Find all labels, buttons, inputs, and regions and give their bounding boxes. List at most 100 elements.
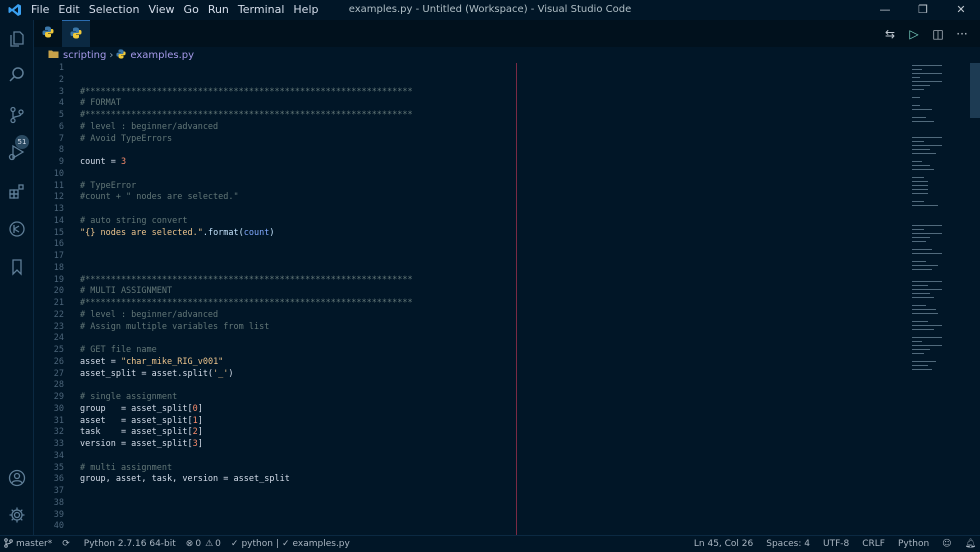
breadcrumb-file[interactable]: examples.py <box>116 48 194 62</box>
minimap[interactable] <box>910 63 970 535</box>
code-line[interactable] <box>80 510 500 522</box>
code-line[interactable] <box>80 239 500 251</box>
code-line[interactable]: # level : beginner/advanced <box>80 310 500 322</box>
menu-go[interactable]: Go <box>184 0 207 20</box>
linter-status[interactable]: ✓ python | ✓ examples.py <box>231 539 350 549</box>
line-number: 3 <box>58 86 64 97</box>
code-line[interactable]: version = asset_split[3] <box>80 439 500 451</box>
sync-icon[interactable]: ⟳ <box>62 539 70 549</box>
menu-selection[interactable]: Selection <box>89 0 148 20</box>
problems-status[interactable]: ⊗ 0 ⚠ 0 <box>186 539 221 549</box>
maximize-button[interactable]: ❐ <box>904 0 942 20</box>
code-line[interactable]: #***************************************… <box>80 298 500 310</box>
code-line[interactable] <box>80 486 500 498</box>
code-line[interactable] <box>80 63 500 75</box>
code-line[interactable] <box>80 145 500 157</box>
search-icon[interactable] <box>0 60 33 90</box>
code-line[interactable] <box>80 521 500 533</box>
menu-help[interactable]: Help <box>293 0 326 20</box>
code-line[interactable]: # TypeError <box>80 181 500 193</box>
menu-file[interactable]: File <box>31 0 57 20</box>
code-line[interactable] <box>80 380 500 392</box>
menu-run[interactable]: Run <box>208 0 237 20</box>
split-editor-button[interactable]: ◫ <box>926 27 950 41</box>
editor-scrollbar[interactable] <box>970 63 980 118</box>
code-line[interactable] <box>80 498 500 510</box>
code-line[interactable] <box>80 169 500 181</box>
code-line[interactable]: "{} nodes are selected.".format(count) <box>80 228 500 240</box>
code-line[interactable]: asset = "char_mike_RIG_v001" <box>80 357 500 369</box>
code-line[interactable]: asset = asset_split[1] <box>80 416 500 428</box>
code-line[interactable]: task = asset_split[2] <box>80 427 500 439</box>
menu-bar: File Edit Selection View Go Run Terminal… <box>30 0 326 20</box>
code-line[interactable]: # Assign multiple variables from list <box>80 322 500 334</box>
code-line[interactable] <box>80 451 500 463</box>
line-number: 17 <box>53 251 64 261</box>
code-line[interactable]: #count + " nodes are selected." <box>80 192 500 204</box>
breadcrumb-folder[interactable]: scripting <box>48 49 106 62</box>
code-line[interactable]: # GET file name <box>80 345 500 357</box>
python-interpreter[interactable]: Python 2.7.16 64-bit <box>84 539 176 549</box>
code-line[interactable] <box>80 333 500 345</box>
code-line[interactable]: asset_split = asset.split('_') <box>80 369 500 381</box>
notifications-bell-icon[interactable]: 🔔︎ <box>965 539 976 549</box>
code-line[interactable]: # FORMAT <box>80 98 500 110</box>
code-line[interactable]: group = asset_split[0] <box>80 404 500 416</box>
line-number: 19 <box>53 274 64 285</box>
checked-file: examples.py <box>292 539 350 549</box>
run-debug-icon[interactable] <box>0 137 33 167</box>
code-line[interactable]: # level : beginner/advanced <box>80 122 500 134</box>
encoding[interactable]: UTF-8 <box>823 539 849 549</box>
line-number: 11 <box>53 180 64 191</box>
code-line[interactable]: group, asset, task, version = asset_spli… <box>80 474 500 486</box>
code-line[interactable]: # MULTI ASSIGNMENT <box>80 286 500 298</box>
branch-status[interactable]: master* <box>4 537 52 551</box>
minimap-line <box>912 189 928 190</box>
minimap-line <box>912 305 926 306</box>
feedback-icon[interactable]: ☺ <box>942 539 951 549</box>
run-file-button[interactable]: ▷ <box>902 27 926 41</box>
bookmark-icon[interactable] <box>0 252 33 282</box>
line-number: 2 <box>58 74 64 85</box>
cursor-position[interactable]: Ln 45, Col 26 <box>694 539 753 549</box>
menu-edit[interactable]: Edit <box>58 0 87 20</box>
gitlens-icon[interactable] <box>0 214 33 244</box>
source-control-icon[interactable] <box>0 100 33 130</box>
minimize-button[interactable]: — <box>866 0 904 20</box>
code-token: ] <box>197 439 203 449</box>
more-actions-button[interactable]: ··· <box>950 27 974 41</box>
explorer-icon[interactable] <box>0 23 33 53</box>
minimap-line <box>912 89 924 90</box>
open-changes-button[interactable]: ⇆ <box>878 27 902 41</box>
code-line[interactable]: # multi assignment <box>80 463 500 475</box>
tab-python-file[interactable] <box>34 20 62 47</box>
code-line[interactable] <box>80 251 500 263</box>
code-line[interactable] <box>80 204 500 216</box>
indentation[interactable]: Spaces: 4 <box>766 539 810 549</box>
code-line[interactable] <box>80 75 500 87</box>
code-token: #count + " nodes are selected." <box>80 192 239 203</box>
settings-gear-icon[interactable] <box>0 500 33 530</box>
code-line[interactable]: # auto string convert <box>80 216 500 228</box>
code-editor[interactable]: 1 2 3 4 5 6 7 8 9 10 11 12 13 14 15 16 17 18 19 20 21 22 23 24 2… <box>34 63 980 535</box>
code-line[interactable]: #***************************************… <box>80 275 500 287</box>
language-mode[interactable]: Python <box>898 539 929 549</box>
minimap-line <box>912 201 924 202</box>
menu-terminal[interactable]: Terminal <box>238 0 293 20</box>
minimap-line <box>912 341 922 342</box>
code-line[interactable]: #***************************************… <box>80 110 500 122</box>
extensions-icon[interactable] <box>0 176 33 206</box>
line-number: 36 <box>53 474 64 485</box>
code-line[interactable]: # single assignment <box>80 392 500 404</box>
tab-examples-py[interactable] <box>62 20 90 47</box>
code-line[interactable]: #***************************************… <box>80 87 500 99</box>
code-line[interactable] <box>80 263 500 275</box>
code-line[interactable]: count = 3 <box>80 157 500 169</box>
menu-view[interactable]: View <box>148 0 182 20</box>
code-area[interactable]: #***************************************… <box>80 63 500 533</box>
end-of-line[interactable]: CRLF <box>862 539 885 549</box>
code-line[interactable]: # Avoid TypeErrors <box>80 134 500 146</box>
close-button[interactable]: ✕ <box>942 0 980 20</box>
code-token: .format( <box>202 227 244 238</box>
account-icon[interactable] <box>0 463 33 493</box>
